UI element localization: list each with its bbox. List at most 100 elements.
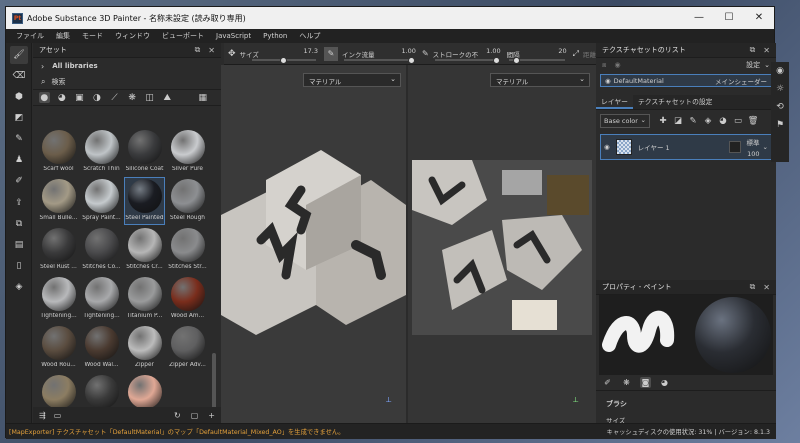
document-icon[interactable]: ▯ — [10, 257, 28, 275]
smudge-icon[interactable]: ✎ — [10, 130, 28, 148]
stroke-slider[interactable] — [434, 59, 499, 61]
eye-icon[interactable]: ◉ — [604, 143, 610, 151]
asset-item[interactable]: Titanium P... — [124, 275, 165, 323]
search-input[interactable]: 検索 — [51, 77, 65, 87]
viewport-2d[interactable]: マテリアル ⌄ ⟂ — [408, 65, 596, 423]
polygon-fill-icon[interactable]: ◩ — [10, 109, 28, 127]
asset-item[interactable]: Scratch Thin — [81, 128, 122, 176]
shader-settings-icon[interactable]: ☼ — [771, 80, 789, 98]
size-slider-knob[interactable] — [280, 57, 287, 64]
close-panel-icon[interactable]: ✕ — [208, 46, 215, 55]
grid-view-icon[interactable]: ▦ — [198, 92, 209, 103]
history-icon[interactable]: ⟲ — [771, 98, 789, 116]
add-mask-icon[interactable]: ◪ — [671, 116, 685, 126]
texture-filter-icon[interactable]: ▣ — [74, 92, 85, 103]
asset-item[interactable]: Stitches Str... — [167, 226, 208, 274]
material-filter-icon[interactable]: ● — [39, 92, 50, 103]
delete-layer-icon[interactable]: 🗑 — [746, 116, 760, 126]
menu-window[interactable]: ウィンドウ — [109, 31, 156, 41]
float-panel-icon[interactable]: ⧉ — [750, 282, 756, 292]
asset-item[interactable]: Zipper — [124, 324, 165, 372]
size-control[interactable]: ✥ サイズ 17.3 — [224, 43, 320, 64]
menu-edit[interactable]: 編集 — [50, 31, 76, 41]
eraser-icon[interactable]: ⌫ — [10, 67, 28, 85]
pen-flow-icon[interactable]: ✎ — [422, 49, 429, 58]
bake-icon[interactable]: ⧉ — [10, 215, 28, 233]
asset-item[interactable]: Wood Wal... — [81, 324, 122, 372]
link-icon[interactable]: ⧈ — [602, 61, 606, 70]
flow-slider[interactable] — [343, 59, 414, 61]
asset-item[interactable]: Wood Am... — [167, 275, 208, 323]
brush-settings-icon[interactable]: ✥ — [228, 49, 236, 59]
viewport-2d-mode-select[interactable]: マテリアル ⌄ — [490, 73, 590, 87]
display-settings-icon[interactable]: ◉ — [771, 62, 789, 80]
export-icon[interactable]: ⇪ — [10, 194, 28, 212]
stroke-slider-knob[interactable] — [492, 57, 500, 64]
flow-control[interactable]: インク流量 1.00 — [342, 43, 418, 64]
visibility-icon[interactable]: ◉ — [614, 61, 620, 69]
import-icon[interactable]: ⇶ — [39, 411, 46, 420]
viewport-3d[interactable]: マテリアル ⌄ ⟂ — [221, 65, 406, 423]
add-smart-material-icon[interactable]: ◕ — [716, 116, 730, 126]
menu-file[interactable]: ファイル — [10, 31, 50, 41]
minimize-button[interactable]: — — [684, 7, 714, 29]
paint-brush-icon[interactable]: 🖌 — [10, 46, 28, 64]
new-window-icon[interactable]: ▢ — [191, 411, 199, 420]
close-button[interactable]: ✕ — [744, 7, 774, 29]
projection-icon[interactable]: ⬢ — [10, 88, 28, 106]
stencil-tab-icon[interactable]: ◙ — [640, 377, 651, 388]
menu-python[interactable]: Python — [257, 32, 293, 40]
menu-viewport[interactable]: ビューポート — [156, 31, 210, 41]
asset-item[interactable]: Steel Painted — [124, 177, 165, 225]
asset-item[interactable]: Tightening... — [38, 275, 79, 323]
asset-item[interactable]: Spray Paint... — [81, 177, 122, 225]
asset-item[interactable]: Stitches Co... — [81, 226, 122, 274]
particle-filter-icon[interactable]: ❋ — [127, 92, 138, 103]
texture-set-settings[interactable]: 設定 — [746, 60, 760, 70]
material-tab-icon[interactable]: ◕ — [659, 377, 670, 388]
brush-tab-icon[interactable]: ✐ — [602, 377, 613, 388]
asset-item[interactable]: Scarf wool — [38, 128, 79, 176]
blend-mode[interactable]: 標準 — [747, 137, 760, 147]
add-group-icon[interactable]: ▭ — [731, 116, 745, 126]
spacing-slider-knob[interactable] — [512, 57, 520, 64]
close-panel-icon[interactable]: ✕ — [763, 46, 770, 55]
pen-pressure-icon[interactable]: ✎ — [323, 46, 338, 61]
add-fill-layer-icon[interactable]: ◈ — [701, 116, 715, 126]
float-panel-icon[interactable]: ⧉ — [195, 45, 201, 55]
asset-item[interactable]: Tightening... — [81, 275, 122, 323]
library-selector[interactable]: › All libraries — [33, 58, 221, 74]
brush-filter-icon[interactable]: ⟋ — [109, 92, 120, 103]
tab-texture-set-settings[interactable]: テクスチャセットの設定 — [633, 95, 718, 109]
spacing-control[interactable]: 間隔 20 — [507, 43, 569, 64]
refresh-icon[interactable]: ↻ — [174, 411, 181, 420]
asset-item[interactable]: Zipper Adv... — [167, 324, 208, 372]
smart-material-icon[interactable]: ◕ — [57, 92, 68, 103]
flow-slider-knob[interactable] — [407, 57, 415, 64]
color-picker-icon[interactable]: ✐ — [10, 172, 28, 190]
menu-javascript[interactable]: JavaScript — [210, 32, 257, 40]
layer-mask-slot[interactable] — [728, 141, 741, 153]
folder-icon[interactable]: ▭ — [54, 411, 62, 420]
asset-item[interactable]: Steel Rust ... — [38, 226, 79, 274]
alpha-tab-icon[interactable]: ❋ — [621, 377, 632, 388]
log-icon[interactable]: ⚑ — [771, 116, 789, 134]
menu-mode[interactable]: モード — [76, 31, 109, 41]
close-panel-icon[interactable]: ✕ — [763, 283, 770, 292]
alpha-filter-icon[interactable]: ◫ — [144, 92, 155, 103]
asset-item[interactable]: Small Bulle... — [38, 177, 79, 225]
stroke-opacity-control[interactable]: ストロークの不 1.00 — [433, 43, 503, 64]
filter-effect-icon[interactable]: ◑ — [92, 92, 103, 103]
eye-icon[interactable]: ◉ — [605, 77, 611, 85]
viewport-3d-mode-select[interactable]: マテリアル ⌄ — [303, 73, 401, 87]
asset-item[interactable]: Silicone Coat — [124, 128, 165, 176]
asset-item[interactable]: Wood Rou... — [38, 324, 79, 372]
add-paint-layer-icon[interactable]: ✎ — [686, 116, 700, 126]
texture-set-item[interactable]: ◉ DefaultMaterial メインシェーダー — [600, 74, 772, 87]
float-panel-icon[interactable]: ⧉ — [750, 45, 756, 55]
channel-select[interactable]: Base color ⌄ — [600, 114, 650, 128]
clone-stamp-icon[interactable]: ♟ — [10, 151, 28, 169]
lazy-mouse-icon[interactable]: ⤢ — [573, 49, 579, 59]
asset-item[interactable]: Steel Rough — [167, 177, 208, 225]
shelf-icon[interactable]: ▤ — [10, 236, 28, 254]
